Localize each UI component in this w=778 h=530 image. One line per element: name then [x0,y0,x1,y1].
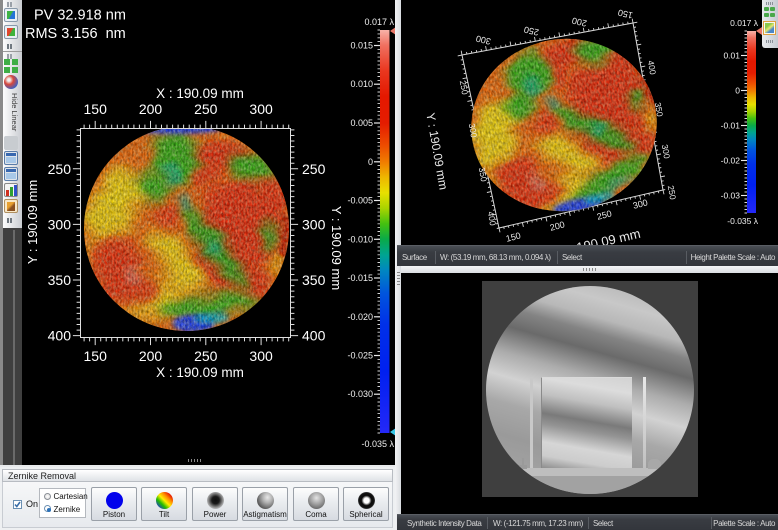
svg-text:-0.030: -0.030 [347,389,373,399]
svg-text:250: 250 [48,161,72,177]
svg-text:-0.02: -0.02 [721,156,741,166]
svg-text:0.017 λ: 0.017 λ [730,18,759,28]
svg-text:300: 300 [249,348,273,364]
svg-text:300: 300 [48,216,72,232]
svg-text:250: 250 [194,101,218,117]
svg-text:-0.025: -0.025 [347,351,373,361]
svg-text:200: 200 [139,101,163,117]
svg-text:X : 190.09 mm: X : 190.09 mm [156,365,244,380]
svg-text:350: 350 [48,272,72,288]
svg-text:-0.03: -0.03 [721,191,741,201]
svg-text:0.015: 0.015 [350,41,373,51]
svg-text:0.010: 0.010 [350,79,373,89]
svg-text:-0.020: -0.020 [347,312,373,322]
svg-text:150: 150 [84,101,108,117]
svg-text:X : 190.09 mm: X : 190.09 mm [156,86,244,101]
svg-text:300: 300 [249,101,273,117]
svg-text:0.017 λ: 0.017 λ [364,17,394,27]
svg-text:300: 300 [302,216,326,232]
svg-text:0: 0 [735,86,740,96]
svg-text:400: 400 [302,328,326,344]
svg-text:-0.005: -0.005 [347,196,373,206]
svg-text:200: 200 [139,348,163,364]
svg-text:150: 150 [84,348,108,364]
svg-text:250: 250 [194,348,218,364]
svg-text:-0.015: -0.015 [347,273,373,283]
svg-text:0.01: 0.01 [723,51,740,61]
svg-text:-0.035 λ: -0.035 λ [361,439,394,449]
svg-text:-0.01: -0.01 [721,121,741,131]
svg-text:0.005: 0.005 [350,118,373,128]
svg-text:400: 400 [48,328,72,344]
svg-text:250: 250 [302,161,326,177]
svg-text:PV 32.918 nm: PV 32.918 nm [34,8,126,24]
svg-text:RMS 3.156 nm: RMS 3.156 nm [25,26,126,42]
svg-text:Y : 190.09 mm: Y : 190.09 mm [25,180,40,264]
svg-text:0: 0 [368,157,373,167]
svg-text:Y : 190.09 mm: Y : 190.09 mm [329,206,344,290]
svg-text:350: 350 [302,272,326,288]
svg-text:-0.035 λ: -0.035 λ [727,216,758,226]
svg-text:-0.010: -0.010 [347,234,373,244]
